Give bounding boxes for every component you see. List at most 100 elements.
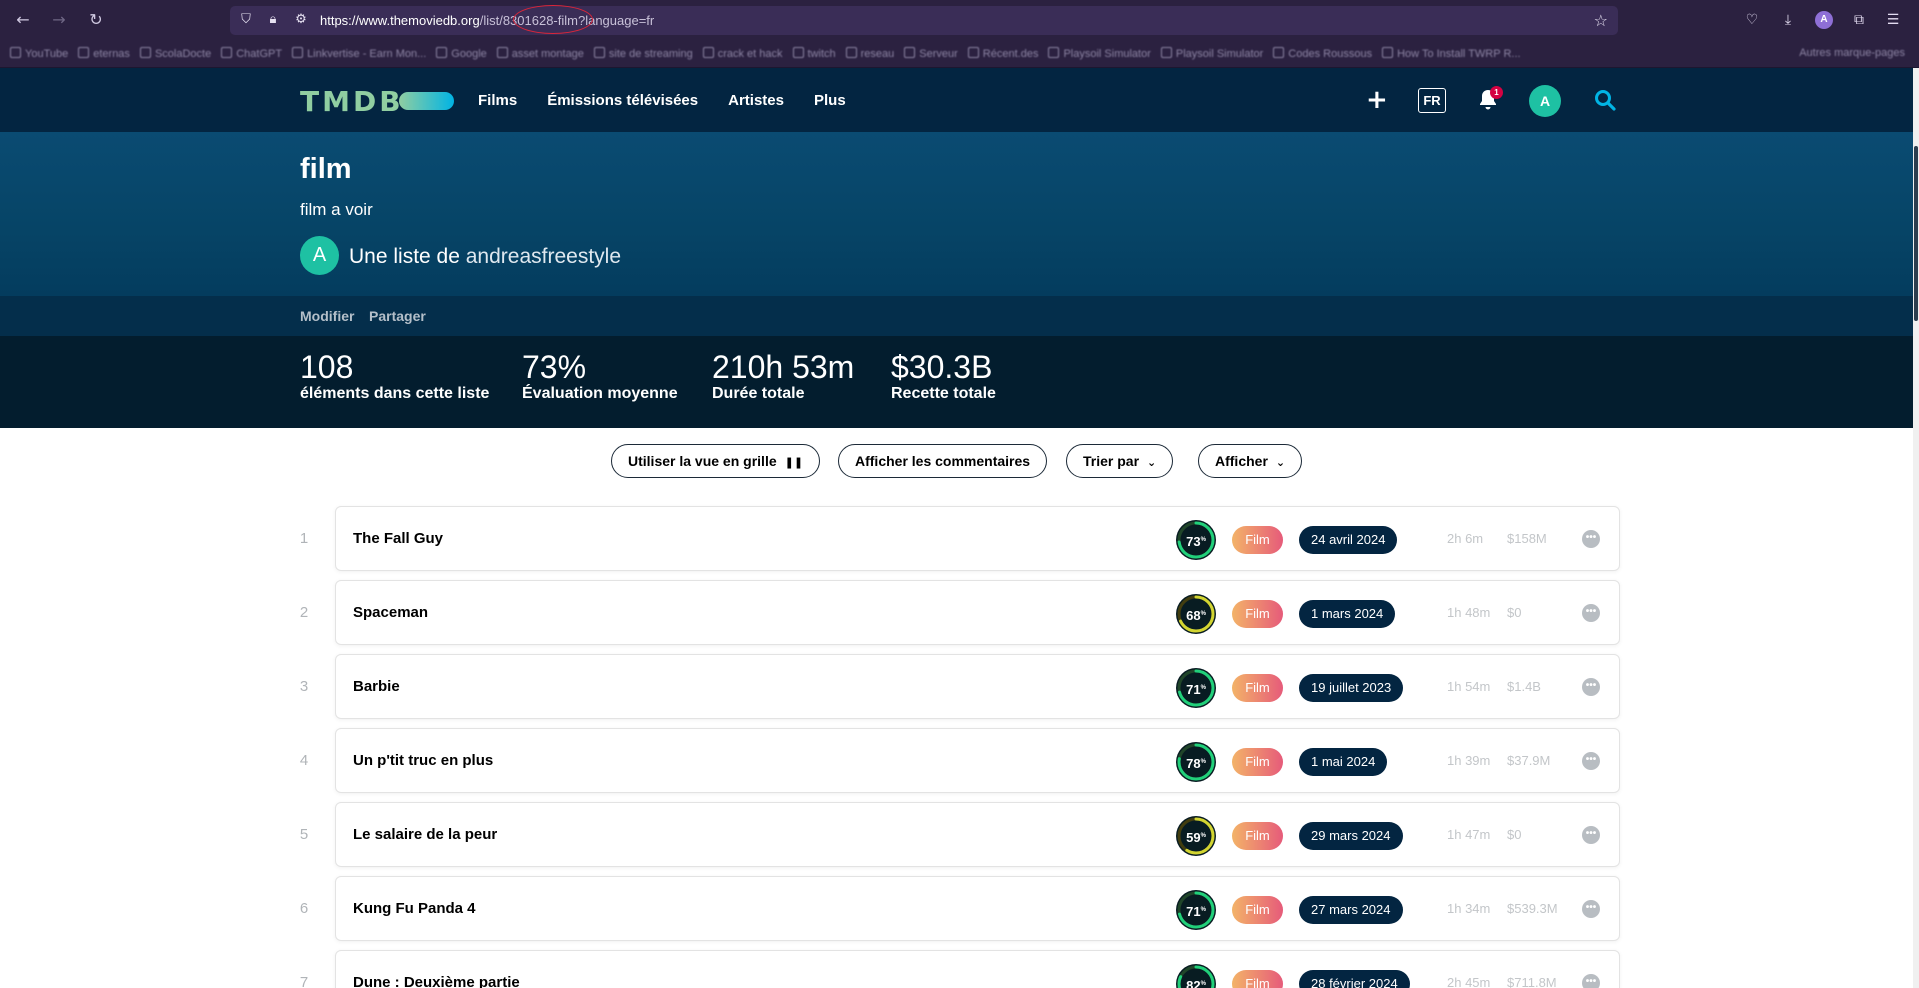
list-item[interactable]: Dune : Deuxième partie 82% Film 28 février … bbox=[335, 950, 1620, 988]
owner-avatar[interactable]: A bbox=[300, 236, 339, 275]
nav-films[interactable]: Films bbox=[478, 92, 517, 109]
bookmark-item[interactable]: Playsoil Simulator bbox=[1048, 47, 1151, 60]
bookmark-item[interactable]: eternas bbox=[78, 47, 130, 60]
list-item[interactable]: The Fall Guy 73% Film 24 avril 2024 2h 6m $15… bbox=[335, 506, 1620, 571]
release-date-badge: 24 avril 2024 bbox=[1299, 526, 1398, 554]
bookmark-item[interactable]: ScolaDocte bbox=[139, 47, 211, 60]
stat-value: 73% bbox=[522, 349, 587, 385]
more-options-icon[interactable]: ••• bbox=[1582, 826, 1600, 844]
edit-link[interactable]: Modifier bbox=[300, 308, 354, 324]
revenue: $539.3M bbox=[1507, 901, 1558, 916]
folder-icon bbox=[593, 47, 605, 58]
score-value: 73% bbox=[1186, 534, 1206, 549]
score-value: 71% bbox=[1186, 682, 1206, 697]
runtime: 1h 39m bbox=[1447, 753, 1491, 768]
folder-icon bbox=[292, 47, 304, 58]
show-comments-button[interactable]: Afficher les commentaires bbox=[838, 444, 1048, 478]
list-item[interactable]: Kung Fu Panda 4 71% Film 27 mars 2024 1h 34m… bbox=[335, 876, 1620, 941]
bookmark-item[interactable]: Serveur bbox=[904, 47, 958, 60]
stat-items: 108 éléments dans cette liste bbox=[300, 350, 489, 403]
add-icon[interactable]: + bbox=[1366, 86, 1388, 114]
bookmark-item[interactable]: asset montage bbox=[496, 47, 584, 60]
more-options-icon[interactable]: ••• bbox=[1582, 974, 1600, 988]
owner-line: Une liste de andreasfreestyle bbox=[349, 245, 621, 269]
shield-icon[interactable]: ⛉ bbox=[238, 12, 254, 28]
language-button[interactable]: FR bbox=[1418, 88, 1446, 113]
chevron-down-icon: ⌄ bbox=[1147, 456, 1157, 469]
bookmark-item[interactable]: Récent.des bbox=[967, 47, 1038, 60]
more-options-icon[interactable]: ••• bbox=[1582, 678, 1600, 696]
other-bookmarks[interactable]: Autres marque-pages bbox=[1799, 47, 1905, 59]
list-item[interactable]: Le salaire de la peur 59% Film 29 mars 2024… bbox=[335, 802, 1620, 867]
more-options-icon[interactable]: ••• bbox=[1582, 900, 1600, 918]
bookmark-item[interactable]: YouTube bbox=[10, 47, 68, 60]
pocket-icon[interactable]: ♡ bbox=[1743, 11, 1761, 29]
movie-title-link[interactable]: Kung Fu Panda 4 bbox=[353, 900, 476, 917]
row-rank: 3 bbox=[299, 678, 309, 695]
nav-people[interactable]: Artistes bbox=[728, 92, 784, 109]
bookmark-item[interactable]: reseau bbox=[845, 47, 894, 60]
movie-title-link[interactable]: Dune : Deuxième partie bbox=[353, 974, 520, 988]
score-value: 71% bbox=[1186, 904, 1206, 919]
bookmark-item[interactable]: site de streaming bbox=[593, 47, 693, 60]
revenue: $711.8M bbox=[1507, 975, 1557, 988]
bookmark-item[interactable]: twitch bbox=[792, 47, 836, 60]
media-type-badge: Film bbox=[1232, 896, 1283, 924]
movie-title-link[interactable]: The Fall Guy bbox=[353, 530, 443, 547]
list-item[interactable]: Spaceman 68% Film 1 mars 2024 1h 48m $0 ••• bbox=[335, 580, 1620, 645]
reload-icon[interactable]: ↻ bbox=[87, 11, 105, 29]
site-header: TMDB Films Émissions télévisées Artistes… bbox=[0, 68, 1913, 132]
movie-title-link[interactable]: Le salaire de la peur bbox=[353, 826, 497, 843]
bookmark-item[interactable]: Linkvertise - Earn Mon... bbox=[292, 47, 426, 60]
download-icon[interactable]: ⤓ bbox=[1779, 11, 1797, 29]
row-rank: 7 bbox=[299, 974, 309, 988]
url-text[interactable]: https://www.themoviedb.org/list/8301628-… bbox=[320, 13, 654, 28]
folder-icon bbox=[702, 47, 714, 58]
display-button[interactable]: Afficher ⌄ bbox=[1198, 444, 1303, 478]
extensions-icon[interactable]: ⧉ bbox=[1850, 11, 1868, 29]
media-type-badge: Film bbox=[1232, 526, 1283, 554]
movie-title-link[interactable]: Barbie bbox=[353, 678, 400, 695]
menu-icon[interactable]: ☰ bbox=[1884, 11, 1902, 29]
share-link[interactable]: Partager bbox=[369, 308, 426, 324]
list-item[interactable]: Barbie 71% Film 19 juillet 2023 1h 54m $1.4B •… bbox=[335, 654, 1620, 719]
bookmark-star-icon[interactable]: ☆ bbox=[1594, 11, 1608, 30]
nav-more[interactable]: Plus bbox=[814, 92, 846, 109]
runtime: 1h 54m bbox=[1447, 679, 1491, 694]
bookmark-item[interactable]: Codes Roussous bbox=[1273, 47, 1372, 60]
search-icon[interactable] bbox=[1594, 89, 1616, 111]
scrollbar[interactable] bbox=[1913, 68, 1919, 988]
list-item[interactable]: Un p'tit truc en plus 78% Film 1 mai 2024 1h… bbox=[335, 728, 1620, 793]
permissions-icon[interactable]: ⚙ bbox=[293, 12, 309, 28]
back-icon[interactable]: ← bbox=[14, 11, 32, 29]
more-options-icon[interactable]: ••• bbox=[1582, 530, 1600, 548]
row-rank: 1 bbox=[299, 530, 309, 547]
nav-tv[interactable]: Émissions télévisées bbox=[547, 92, 698, 109]
more-options-icon[interactable]: ••• bbox=[1582, 752, 1600, 770]
movie-title-link[interactable]: Spaceman bbox=[353, 604, 428, 621]
bookmark-item[interactable]: crack et hack bbox=[702, 47, 783, 60]
bookmark-item[interactable]: ChatGPT bbox=[221, 47, 282, 60]
folder-icon bbox=[1382, 47, 1394, 58]
sort-by-button[interactable]: Trier par ⌄ bbox=[1066, 444, 1174, 478]
revenue: $0 bbox=[1507, 827, 1522, 842]
address-bar[interactable]: ⛉ 🔒︎ ⚙ https://www.themoviedb.org/list/8… bbox=[230, 5, 1618, 35]
owner-name-link[interactable]: andreasfreestyle bbox=[466, 245, 621, 268]
movie-title-link[interactable]: Un p'tit truc en plus bbox=[353, 752, 493, 769]
score-value: 82% bbox=[1186, 978, 1206, 988]
forward-icon[interactable]: → bbox=[50, 11, 68, 29]
bookmark-item[interactable]: Playsoil Simulator bbox=[1160, 47, 1263, 60]
bookmark-item[interactable]: How To Install TWRP R... bbox=[1382, 47, 1521, 60]
scroll-thumb[interactable] bbox=[1914, 146, 1918, 321]
main-nav: Films Émissions télévisées Artistes Plus bbox=[478, 68, 846, 132]
lock-icon[interactable]: 🔒︎ bbox=[265, 12, 281, 28]
grid-view-button[interactable]: Utiliser la vue en grille ❚❚ bbox=[611, 444, 821, 478]
stat-runtime: 210h 53m Durée totale bbox=[712, 350, 854, 403]
profile-avatar[interactable]: A bbox=[1815, 11, 1833, 29]
stat-value: $30.3B bbox=[891, 349, 993, 385]
user-avatar[interactable]: A bbox=[1529, 85, 1561, 117]
bookmark-item[interactable]: Google bbox=[436, 47, 487, 60]
media-type-badge: Film bbox=[1232, 822, 1283, 850]
tmdb-logo[interactable]: TMDB bbox=[300, 85, 404, 118]
more-options-icon[interactable]: ••• bbox=[1582, 604, 1600, 622]
